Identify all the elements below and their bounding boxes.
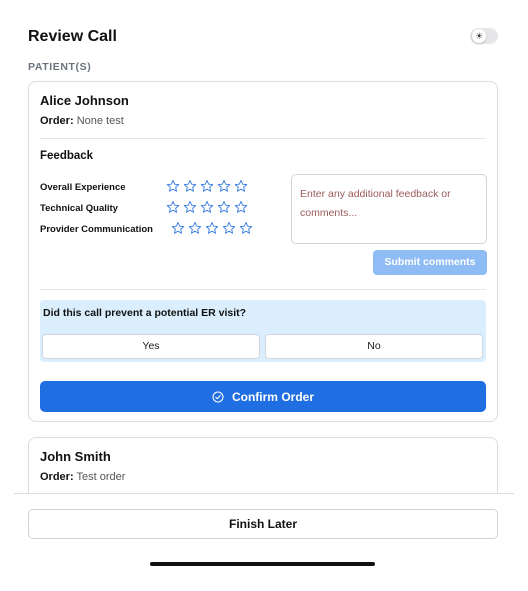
order-label: Order: [40, 471, 74, 483]
theme-toggle[interactable]: ☀ [470, 28, 498, 44]
star-icon[interactable] [239, 221, 253, 235]
order-line: Order: Test order [40, 471, 125, 483]
star-icon[interactable] [188, 221, 202, 235]
patient-card: Alice Johnson Order: None test Feedback … [28, 81, 498, 422]
er-yes-button[interactable]: Yes [42, 334, 260, 359]
section-label: PATIENT(S) [28, 61, 92, 73]
sun-icon: ☀ [472, 29, 486, 43]
rating-label: Provider Communication [40, 223, 153, 235]
patient-name: John Smith [40, 449, 111, 464]
star-icon[interactable] [166, 200, 180, 214]
star-icon[interactable] [217, 200, 231, 214]
header: Review Call ☀ [28, 26, 500, 50]
feedback-title: Feedback [40, 150, 94, 162]
er-question-box: Did this call prevent a potential ER vis… [40, 300, 486, 362]
rating-row-communication: Provider Communication [40, 221, 153, 237]
rating-row-technical: Technical Quality [40, 200, 118, 216]
star-icon[interactable] [200, 200, 214, 214]
divider [40, 138, 486, 139]
home-indicator [150, 562, 375, 566]
star-icon[interactable] [234, 179, 248, 193]
star-icon[interactable] [200, 179, 214, 193]
comments-textarea[interactable]: Enter any additional feedback or comment… [291, 174, 487, 244]
star-icon[interactable] [166, 179, 180, 193]
star-icon[interactable] [183, 200, 197, 214]
star-icon[interactable] [183, 179, 197, 193]
page-title: Review Call [28, 28, 117, 45]
order-value: None test [76, 115, 124, 127]
check-circle-icon [212, 390, 224, 403]
divider [40, 289, 486, 290]
rating-row-overall: Overall Experience [40, 179, 126, 195]
finish-later-button[interactable]: Finish Later [28, 509, 498, 539]
rating-label: Technical Quality [40, 202, 118, 214]
star-icon[interactable] [171, 221, 185, 235]
star-rating-communication [171, 221, 253, 235]
order-value: Test order [76, 471, 126, 483]
order-label: Order: [40, 115, 74, 127]
star-icon[interactable] [222, 221, 236, 235]
star-rating-technical [166, 200, 248, 214]
confirm-order-label: Confirm Order [231, 389, 314, 404]
order-line: Order: None test [40, 115, 124, 127]
comments-placeholder: Enter any additional feedback or comment… [300, 188, 451, 219]
star-icon[interactable] [234, 200, 248, 214]
rating-label: Overall Experience [40, 181, 126, 193]
star-rating-overall [166, 179, 248, 193]
er-question: Did this call prevent a potential ER vis… [43, 307, 247, 319]
submit-comments-button[interactable]: Submit comments [373, 250, 487, 275]
confirm-order-button[interactable]: Confirm Order [40, 381, 486, 412]
star-icon[interactable] [205, 221, 219, 235]
patient-name: Alice Johnson [40, 93, 129, 108]
star-icon[interactable] [217, 179, 231, 193]
bottom-divider [14, 493, 514, 494]
er-no-button[interactable]: No [265, 334, 483, 359]
